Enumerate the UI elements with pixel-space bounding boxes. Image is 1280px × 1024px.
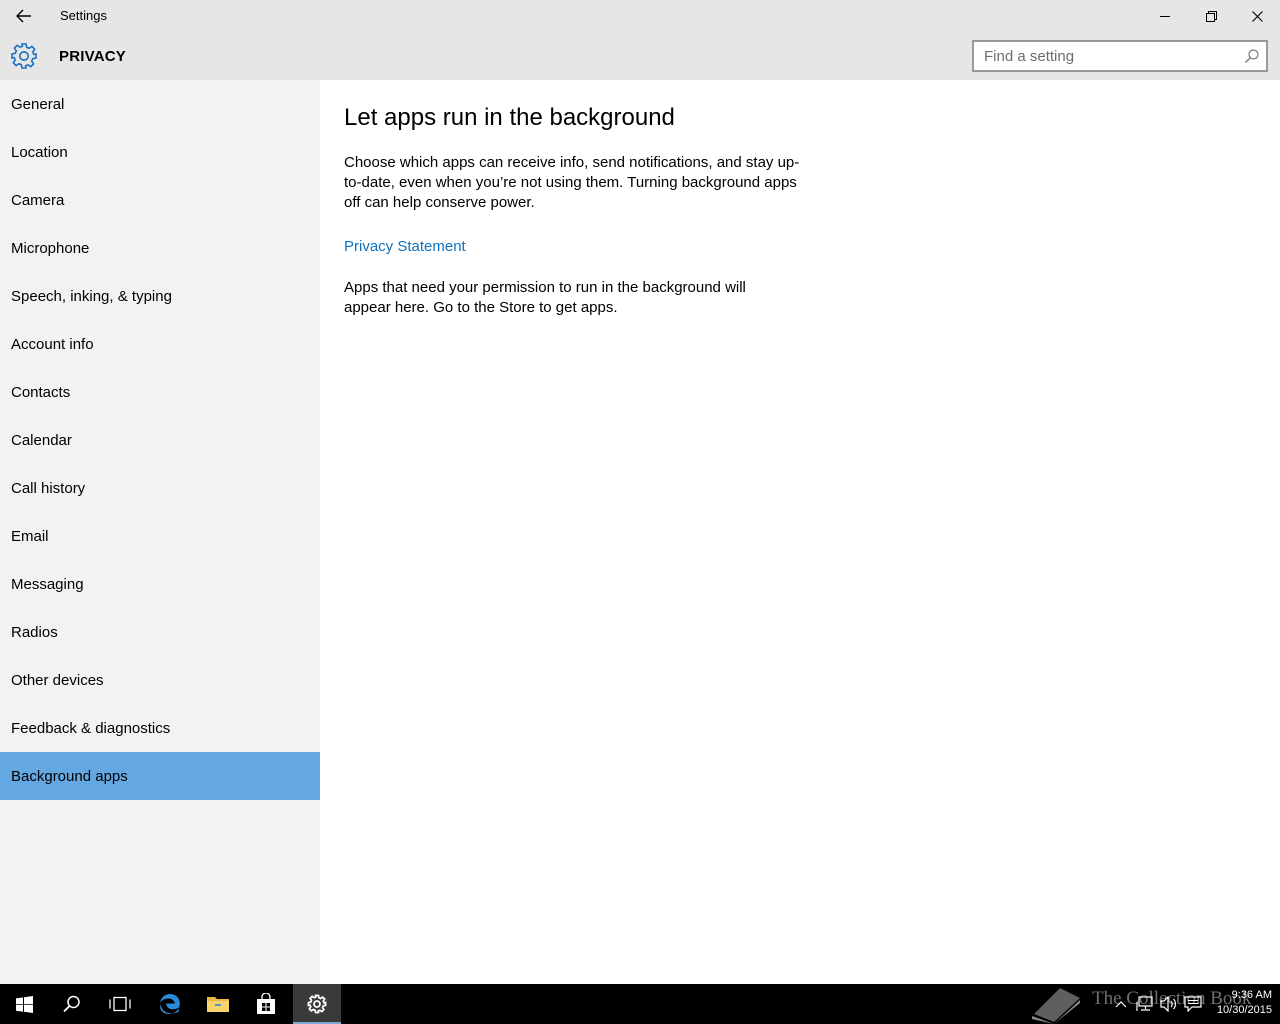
clock-date: 10/30/2015 <box>1216 1004 1272 1016</box>
sidebar-item-radios[interactable]: Radios <box>0 608 320 656</box>
windows-logo-icon <box>15 995 33 1013</box>
sidebar-item-label: Call history <box>11 479 86 497</box>
back-button[interactable] <box>8 4 40 28</box>
taskbar-search-button[interactable] <box>48 984 96 1024</box>
minimize-button[interactable] <box>1142 0 1188 32</box>
close-button[interactable] <box>1234 0 1280 32</box>
restore-icon <box>1205 10 1217 22</box>
title-bar: Settings <box>0 0 1280 32</box>
folder-icon <box>207 997 229 1012</box>
sidebar-item-general[interactable]: General <box>0 80 320 128</box>
network-tray-button[interactable] <box>1134 994 1156 1014</box>
close-icon <box>1251 10 1263 22</box>
sidebar-item-email[interactable]: Email <box>0 512 320 560</box>
search-input[interactable] <box>974 42 1234 70</box>
search-icon <box>63 995 80 1013</box>
content-pane: Let apps run in the background Choose wh… <box>320 80 1280 984</box>
show-hidden-icons-button[interactable] <box>1110 994 1132 1014</box>
sidebar-item-other-devices[interactable]: Other devices <box>0 656 320 704</box>
search-box[interactable] <box>972 40 1268 72</box>
action-center-button[interactable] <box>1182 994 1204 1014</box>
gear-icon <box>307 994 327 1014</box>
watermark: The Collection Book <box>1030 984 1251 1024</box>
page-title: Let apps run in the background <box>344 104 675 131</box>
section-title: PRIVACY <box>59 48 126 65</box>
store-button[interactable] <box>242 984 290 1024</box>
speaker-icon <box>1160 996 1177 1012</box>
settings-header: PRIVACY <box>0 32 1280 80</box>
window-title: Settings <box>60 8 107 23</box>
sidebar-item-label: Account info <box>11 335 94 353</box>
network-icon <box>1136 996 1153 1011</box>
sidebar-item-label: General <box>11 95 65 113</box>
sidebar-item-location[interactable]: Location <box>0 128 320 176</box>
empty-state-text: Apps that need your permission to run in… <box>344 279 746 316</box>
sidebar-item-speech-inking-typing[interactable]: Speech, inking, & typing <box>0 272 320 320</box>
gear-icon <box>11 43 37 69</box>
sidebar-item-camera[interactable]: Camera <box>0 176 320 224</box>
book-logo-icon <box>1032 988 1080 1024</box>
edge-icon <box>160 994 180 1014</box>
start-button[interactable] <box>0 984 48 1024</box>
sidebar-item-label: Email <box>11 527 49 545</box>
sidebar-item-label: Microphone <box>11 239 90 257</box>
minimize-icon <box>1160 16 1170 17</box>
sidebar-nav: General Location Camera Microphone Speec… <box>0 80 320 984</box>
file-explorer-button[interactable] <box>194 984 242 1024</box>
sidebar-item-label: Radios <box>11 623 58 641</box>
clock-time: 9:36 AM <box>1231 989 1272 1001</box>
volume-tray-button[interactable] <box>1158 994 1180 1014</box>
privacy-statement-link[interactable]: Privacy Statement <box>344 238 466 255</box>
task-view-button[interactable] <box>96 984 144 1024</box>
back-arrow-icon <box>16 9 31 23</box>
search-icon[interactable] <box>1244 48 1260 64</box>
notification-icon <box>1184 996 1202 1012</box>
store-bag-icon <box>257 993 275 1014</box>
sidebar-item-label: Background apps <box>11 767 128 785</box>
sidebar-item-contacts[interactable]: Contacts <box>0 368 320 416</box>
sidebar-item-label: Location <box>11 143 68 161</box>
sidebar-item-label: Messaging <box>11 575 84 593</box>
edge-browser-button[interactable] <box>146 984 194 1024</box>
sidebar-item-call-history[interactable]: Call history <box>0 464 320 512</box>
task-view-icon <box>109 996 131 1012</box>
sidebar-item-label: Calendar <box>11 431 72 449</box>
sidebar-item-label: Camera <box>11 191 65 209</box>
sidebar-item-label: Other devices <box>11 671 104 689</box>
sidebar-item-label: Feedback & diagnostics <box>11 719 171 737</box>
restore-button[interactable] <box>1188 0 1234 32</box>
chevron-up-icon <box>1115 1001 1127 1008</box>
sidebar-item-messaging[interactable]: Messaging <box>0 560 320 608</box>
sidebar-item-microphone[interactable]: Microphone <box>0 224 320 272</box>
sidebar-item-calendar[interactable]: Calendar <box>0 416 320 464</box>
sidebar-item-label: Speech, inking, & typing <box>11 287 172 305</box>
taskbar: The Collection Book 9:36 AM 10/30/2015 <box>0 984 1280 1024</box>
settings-taskbar-button[interactable] <box>293 984 341 1024</box>
taskbar-clock[interactable]: 9:36 AM 10/30/2015 <box>1206 988 1272 1018</box>
page-description: Choose which apps can receive info, send… <box>344 154 800 211</box>
sidebar-item-background-apps[interactable]: Background apps <box>0 752 320 800</box>
sidebar-item-label: Contacts <box>11 383 71 401</box>
sidebar-item-feedback-diagnostics[interactable]: Feedback & diagnostics <box>0 704 320 752</box>
sidebar-item-account-info[interactable]: Account info <box>0 320 320 368</box>
